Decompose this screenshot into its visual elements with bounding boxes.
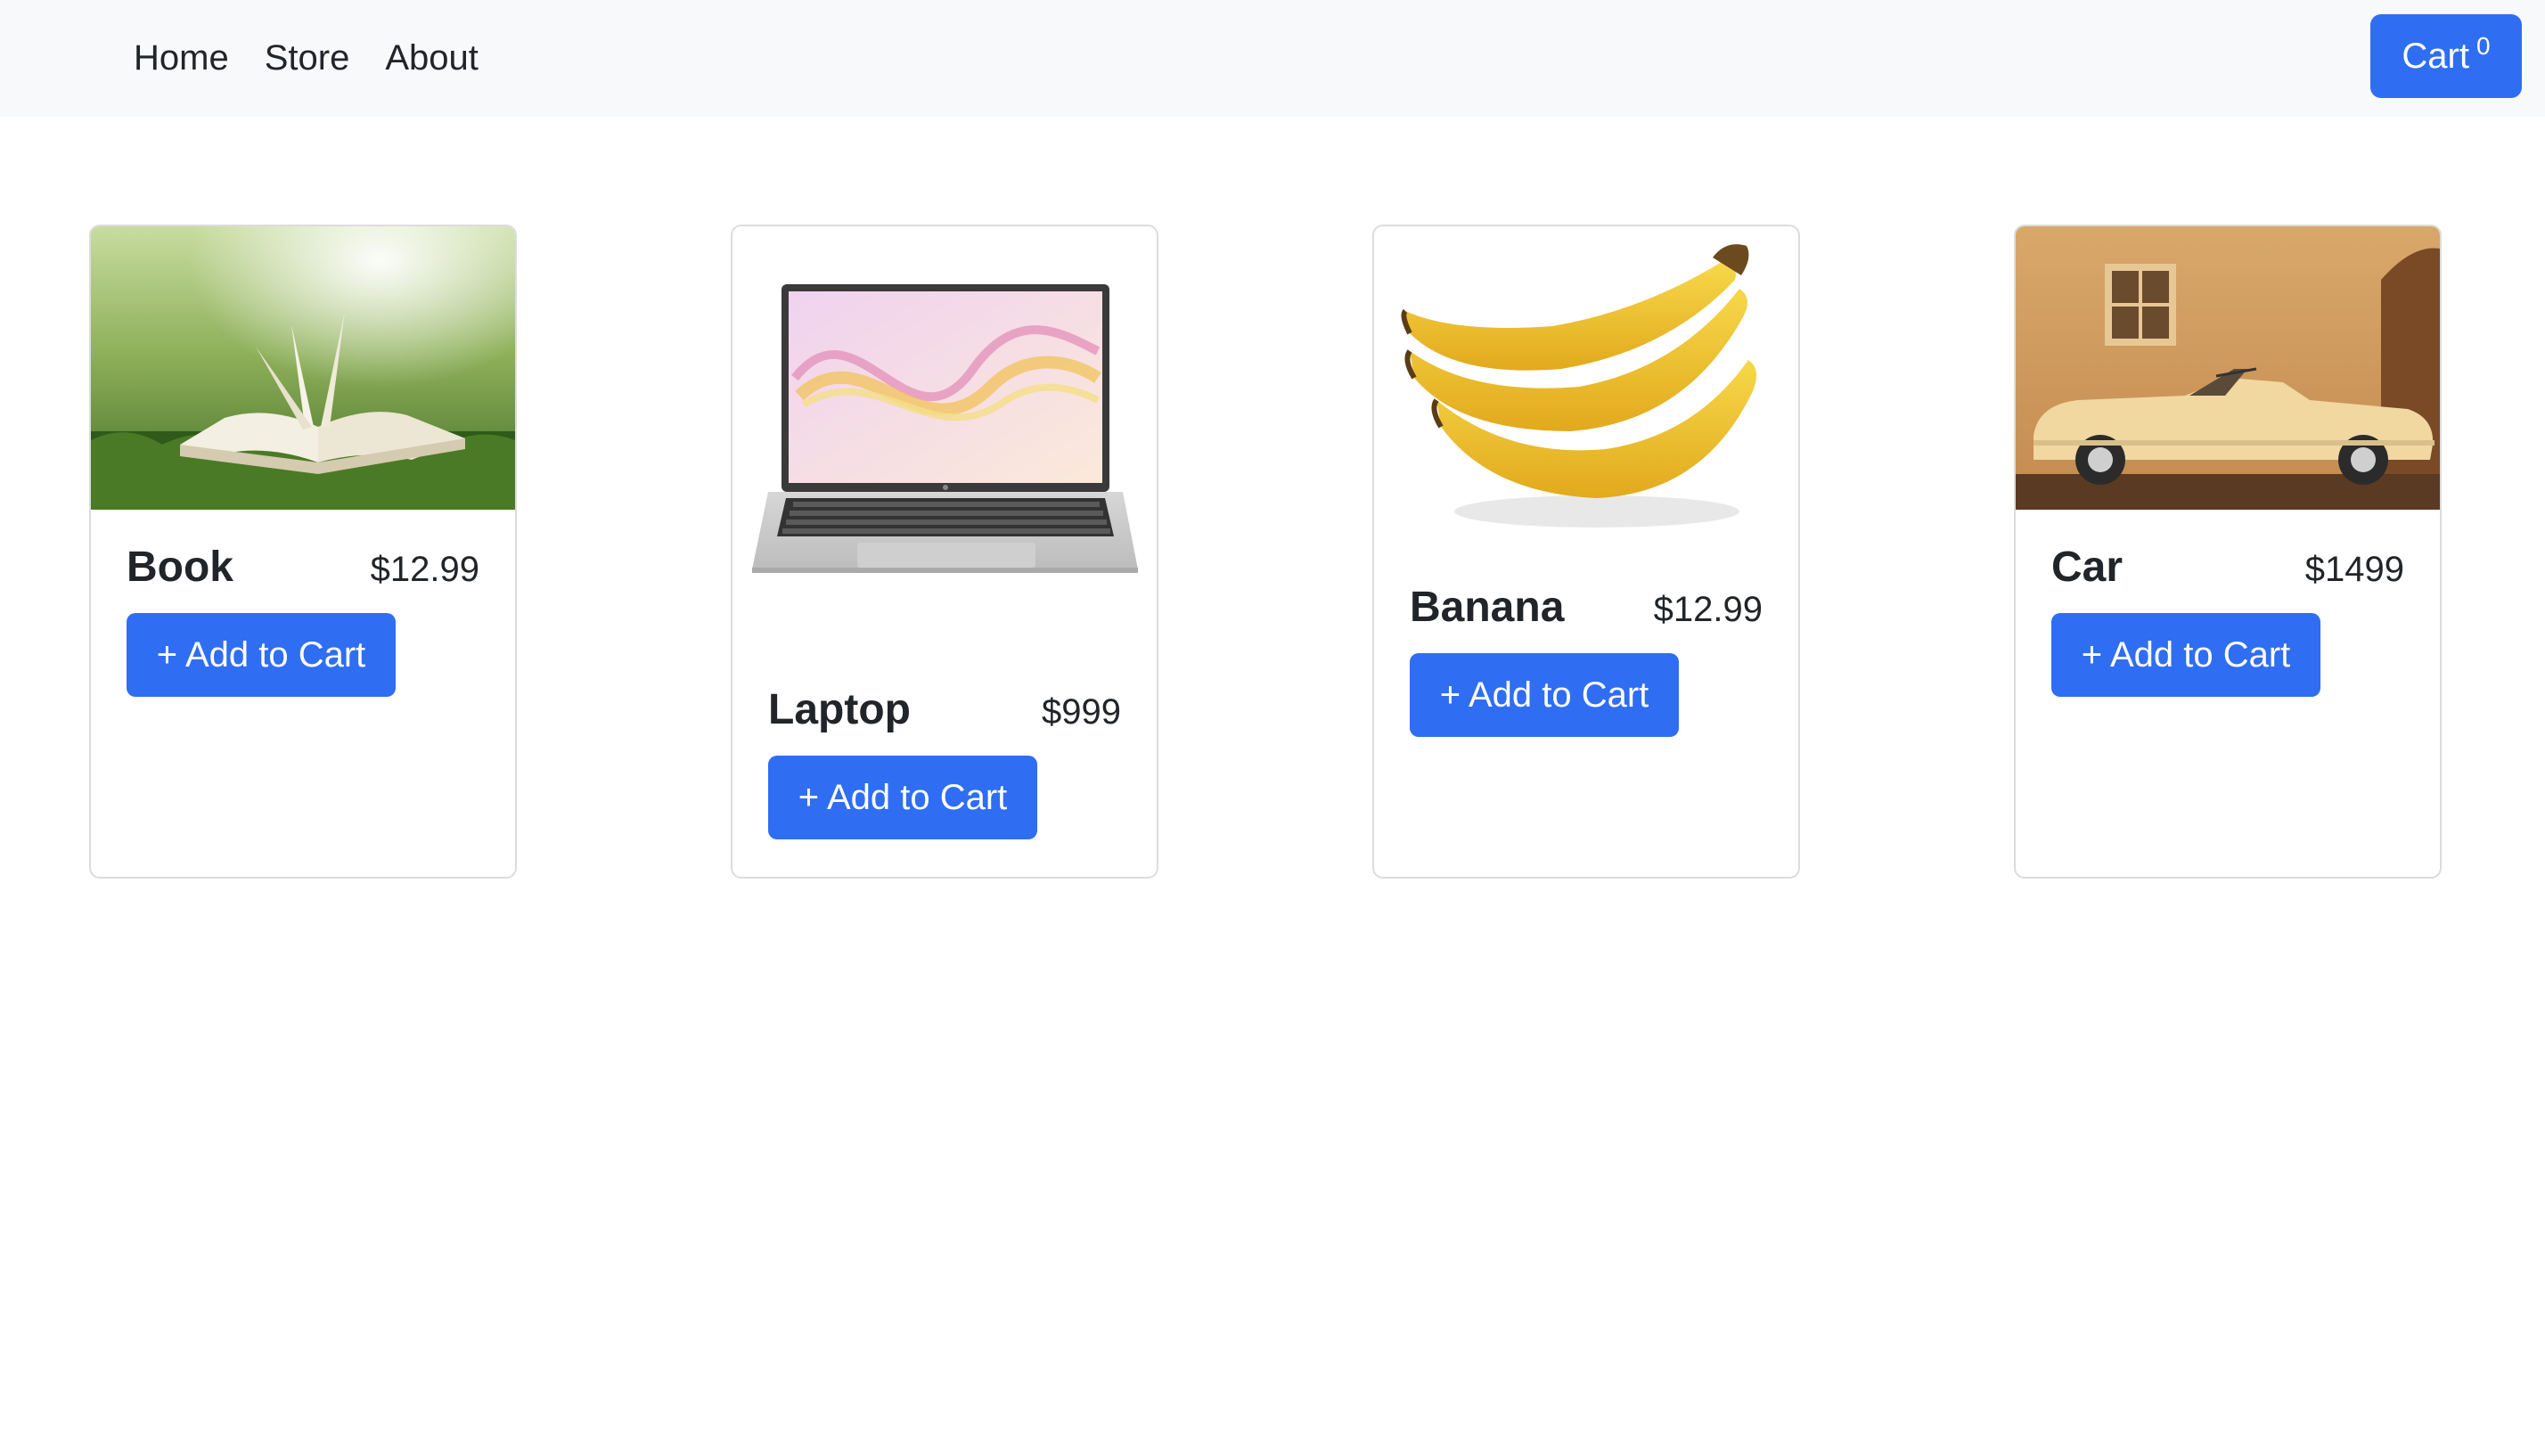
product-price: $999	[1042, 692, 1121, 732]
card-title-row: Car $1499	[2051, 543, 2404, 592]
cart-button[interactable]: Cart 0	[2370, 14, 2522, 98]
cart-count-badge: 0	[2476, 32, 2491, 60]
add-to-cart-button[interactable]: + Add to Cart	[127, 613, 396, 697]
card-title-row: Laptop $999	[768, 685, 1121, 734]
nav-home-link[interactable]: Home	[134, 38, 229, 78]
product-price: $1499	[2304, 550, 2404, 589]
laptop-photo	[732, 226, 1157, 618]
nav-about-link[interactable]: About	[385, 38, 479, 78]
nav-store-link[interactable]: Store	[265, 38, 350, 78]
card-body: Car $1499 + Add to Cart	[2051, 543, 2404, 697]
product-card-laptop: Laptop $999 + Add to Cart	[731, 225, 1158, 879]
car-photo	[2016, 226, 2440, 510]
add-to-cart-button[interactable]: + Add to Cart	[768, 756, 1037, 839]
card-body: Book $12.99 + Add to Cart	[127, 543, 479, 697]
product-name: Laptop	[768, 686, 911, 733]
card-body: Banana $12.99 + Add to Cart	[1410, 583, 1763, 737]
product-card-car: Car $1499 + Add to Cart	[2014, 225, 2442, 879]
banana-photo	[1374, 226, 1798, 552]
add-to-cart-button[interactable]: + Add to Cart	[2051, 613, 2320, 697]
product-card-banana: Banana $12.99 + Add to Cart	[1372, 225, 1800, 879]
product-name: Banana	[1410, 584, 1565, 631]
nav-links: Home Store About	[134, 0, 514, 117]
card-title-row: Book $12.99	[127, 543, 479, 592]
product-card-book: Book $12.99 + Add to Cart	[89, 225, 517, 879]
product-price: $12.99	[370, 550, 479, 589]
card-title-row: Banana $12.99	[1410, 583, 1763, 632]
book-photo	[91, 226, 515, 510]
product-name: Book	[127, 544, 233, 591]
product-price: $12.99	[1653, 590, 1763, 629]
navbar: Home Store About Cart 0	[0, 0, 2545, 117]
product-name: Car	[2051, 544, 2124, 591]
card-body: Laptop $999 + Add to Cart	[768, 685, 1121, 839]
add-to-cart-button[interactable]: + Add to Cart	[1410, 653, 1679, 737]
cart-label: Cart	[2402, 36, 2469, 76]
